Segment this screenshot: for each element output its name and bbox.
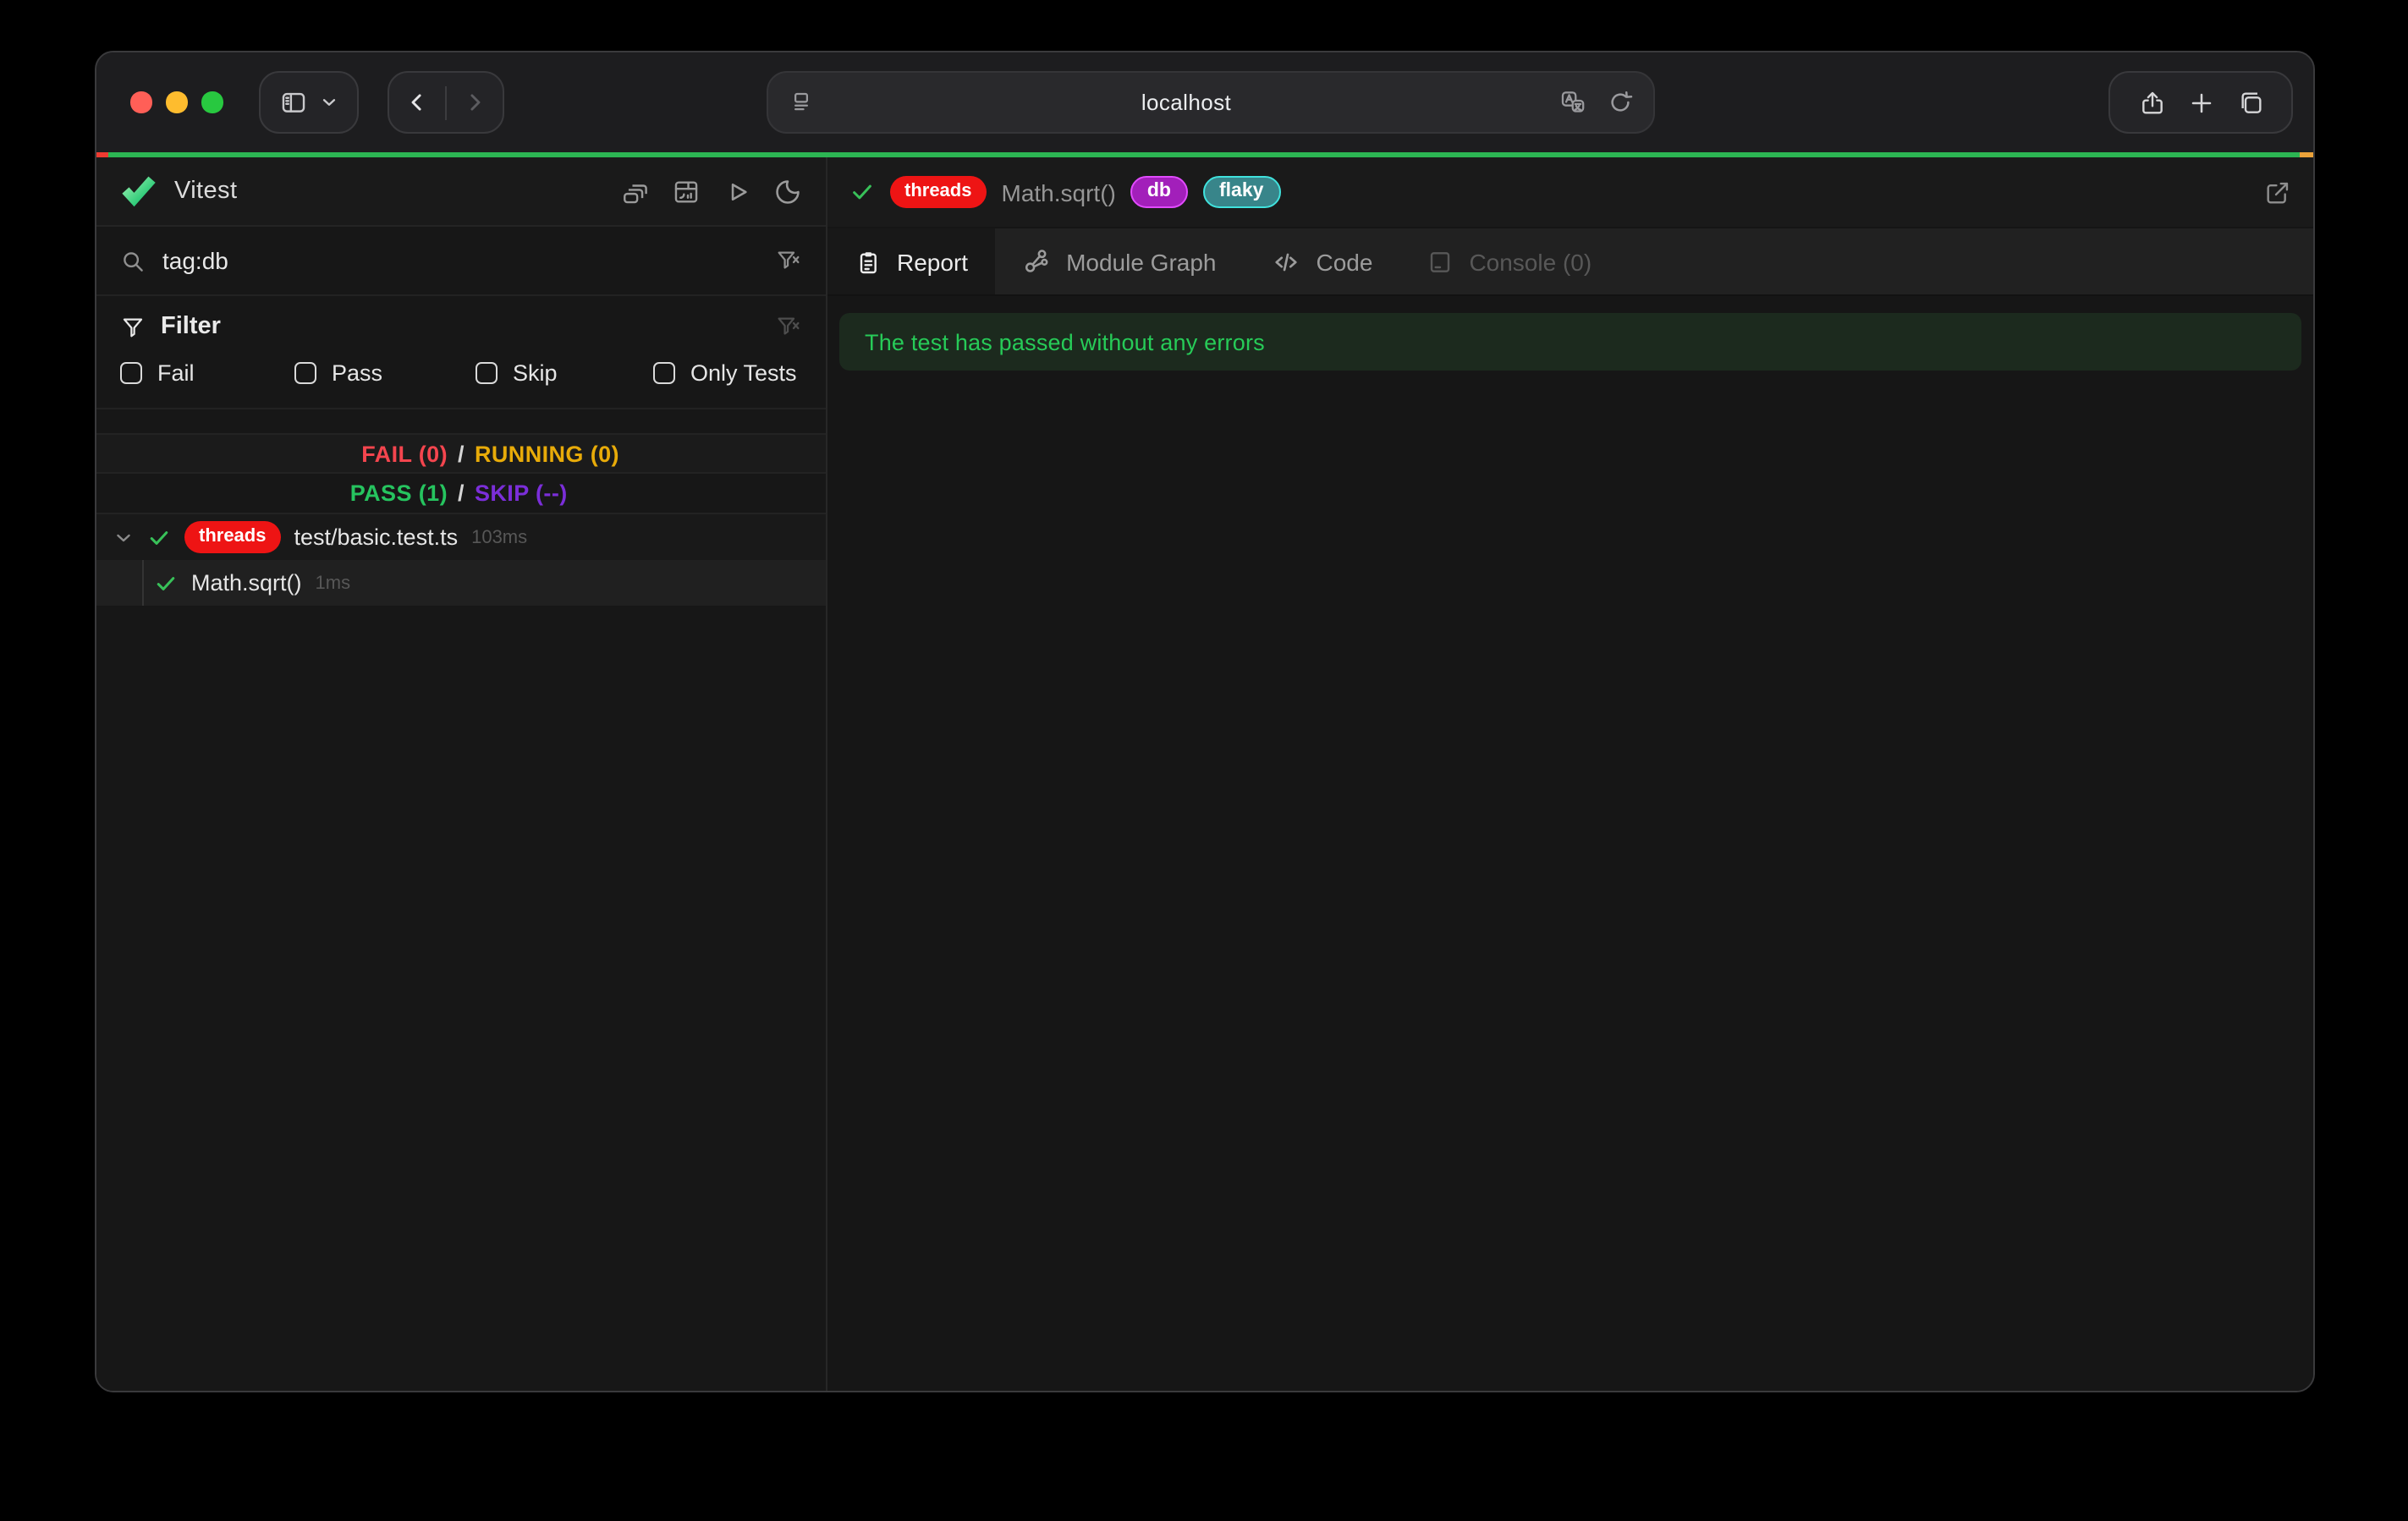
browser-window: localhost — [95, 51, 2315, 1392]
filter-icon — [120, 314, 146, 339]
pass-banner-text: The test has passed without any errors — [865, 329, 1265, 354]
tab-report[interactable]: Report — [827, 228, 995, 294]
chevron-down-icon[interactable] — [113, 527, 134, 547]
report-content-area — [827, 371, 2313, 1391]
sidebar: Vitest — [96, 157, 827, 1391]
summary-running: RUNNING (0) — [475, 441, 826, 466]
collapse-panels-icon[interactable] — [621, 177, 650, 206]
sidebar-toggle-icon — [279, 88, 308, 117]
summary-row-fail-running: FAIL (0) / RUNNING (0) — [96, 435, 826, 474]
url-text: localhost — [1141, 90, 1231, 115]
test-detail-header: threads Math.sqrt() db flaky — [827, 157, 2313, 227]
navigation-buttons — [388, 71, 504, 134]
pass-banner: The test has passed without any errors — [839, 313, 2301, 371]
test-tree: threads test/basic.test.ts 103ms Math.sq… — [96, 514, 826, 1391]
test-case-duration: 1ms — [316, 573, 351, 593]
dark-mode-icon[interactable] — [773, 177, 802, 206]
summary-skip: SKIP (--) — [475, 480, 826, 506]
console-icon — [1427, 248, 1454, 275]
checkbox-pass-box[interactable] — [294, 362, 316, 384]
pass-check-icon — [154, 571, 178, 595]
sidebar-header: Vitest — [96, 157, 826, 227]
checkbox-pass[interactable]: Pass — [294, 360, 476, 386]
search-row — [96, 227, 826, 296]
browser-titlebar: localhost — [96, 52, 2313, 152]
tree-row-test-file[interactable]: threads test/basic.test.ts 103ms — [96, 514, 826, 560]
filter-title: Filter — [161, 313, 221, 340]
tag-badge-flaky: flaky — [1202, 176, 1280, 209]
tab-code[interactable]: Code — [1244, 228, 1400, 294]
clear-filter-icon[interactable] — [775, 313, 802, 340]
translate-icon[interactable] — [1559, 88, 1587, 117]
tab-console[interactable]: Console (0) — [1399, 228, 1619, 294]
dashboard-icon[interactable] — [672, 177, 701, 206]
screen: localhost — [0, 0, 2408, 1521]
address-bar-actions — [1559, 88, 1633, 117]
summary-separator: / — [448, 441, 475, 466]
share-icon[interactable] — [2138, 89, 2165, 116]
detail-tabs: Report Module Graph Code — [827, 227, 2313, 296]
test-case-name: Math.sqrt() — [191, 570, 302, 596]
run-all-icon[interactable] — [723, 177, 751, 206]
sidebar-toggle-button[interactable] — [259, 71, 359, 134]
test-detail-title: Math.sqrt() — [1002, 178, 1116, 206]
zoom-window-button[interactable] — [201, 91, 223, 113]
filter-header: Filter — [120, 313, 802, 340]
checkbox-fail-box[interactable] — [120, 362, 142, 384]
test-file-name: test/basic.test.ts — [294, 524, 459, 550]
pool-badge: threads — [890, 177, 987, 207]
address-bar[interactable]: localhost — [767, 71, 1655, 134]
filter-block: Filter Fail — [96, 296, 826, 409]
pass-check-icon — [849, 179, 875, 205]
test-summary: FAIL (0) / RUNNING (0) PASS (1) / SKIP (… — [96, 433, 826, 514]
pool-badge: threads — [184, 522, 281, 552]
chevron-down-icon — [320, 93, 338, 112]
checkbox-only-tests-box[interactable] — [653, 362, 675, 384]
tree-row-test-case[interactable]: Math.sqrt() 1ms — [96, 560, 826, 606]
back-button[interactable] — [389, 90, 445, 115]
minimize-window-button[interactable] — [166, 91, 187, 113]
filter-checkboxes: Fail Pass Skip Only Tests — [120, 360, 802, 386]
test-file-duration: 103ms — [471, 527, 527, 547]
summary-row-pass-skip: PASS (1) / SKIP (--) — [96, 474, 826, 513]
tab-module-graph[interactable]: Module Graph — [995, 228, 1243, 294]
module-graph-icon — [1022, 247, 1051, 276]
code-icon — [1271, 246, 1301, 277]
tab-overview-icon[interactable] — [2236, 89, 2263, 116]
checkbox-fail[interactable]: Fail — [120, 360, 294, 386]
summary-fail: FAIL (0) — [96, 441, 448, 466]
tag-badge-db: db — [1131, 176, 1187, 209]
clear-search-filter-icon[interactable] — [775, 247, 802, 274]
reload-icon[interactable] — [1608, 90, 1633, 115]
pass-check-icon — [147, 525, 171, 549]
summary-separator: / — [448, 480, 475, 506]
sidebar-actions — [621, 177, 802, 206]
titlebar-right-buttons — [2108, 71, 2293, 134]
reader-icon[interactable] — [789, 90, 814, 115]
forward-button[interactable] — [447, 90, 503, 115]
checkbox-only-tests[interactable]: Only Tests — [653, 360, 802, 386]
vitest-logo-icon — [120, 173, 157, 210]
app-title: Vitest — [174, 178, 237, 205]
summary-pass: PASS (1) — [96, 480, 448, 506]
new-tab-icon[interactable] — [2187, 89, 2214, 116]
close-window-button[interactable] — [130, 91, 151, 113]
search-icon — [120, 248, 146, 273]
report-icon — [855, 248, 882, 275]
main-panel: threads Math.sqrt() db flaky — [827, 157, 2313, 1391]
checkbox-skip[interactable]: Skip — [476, 360, 653, 386]
checkbox-skip-box[interactable] — [476, 362, 498, 384]
vitest-ui: Vitest — [96, 157, 2313, 1391]
search-input[interactable] — [162, 247, 758, 274]
open-external-icon[interactable] — [2264, 178, 2291, 206]
traffic-lights — [130, 91, 223, 113]
